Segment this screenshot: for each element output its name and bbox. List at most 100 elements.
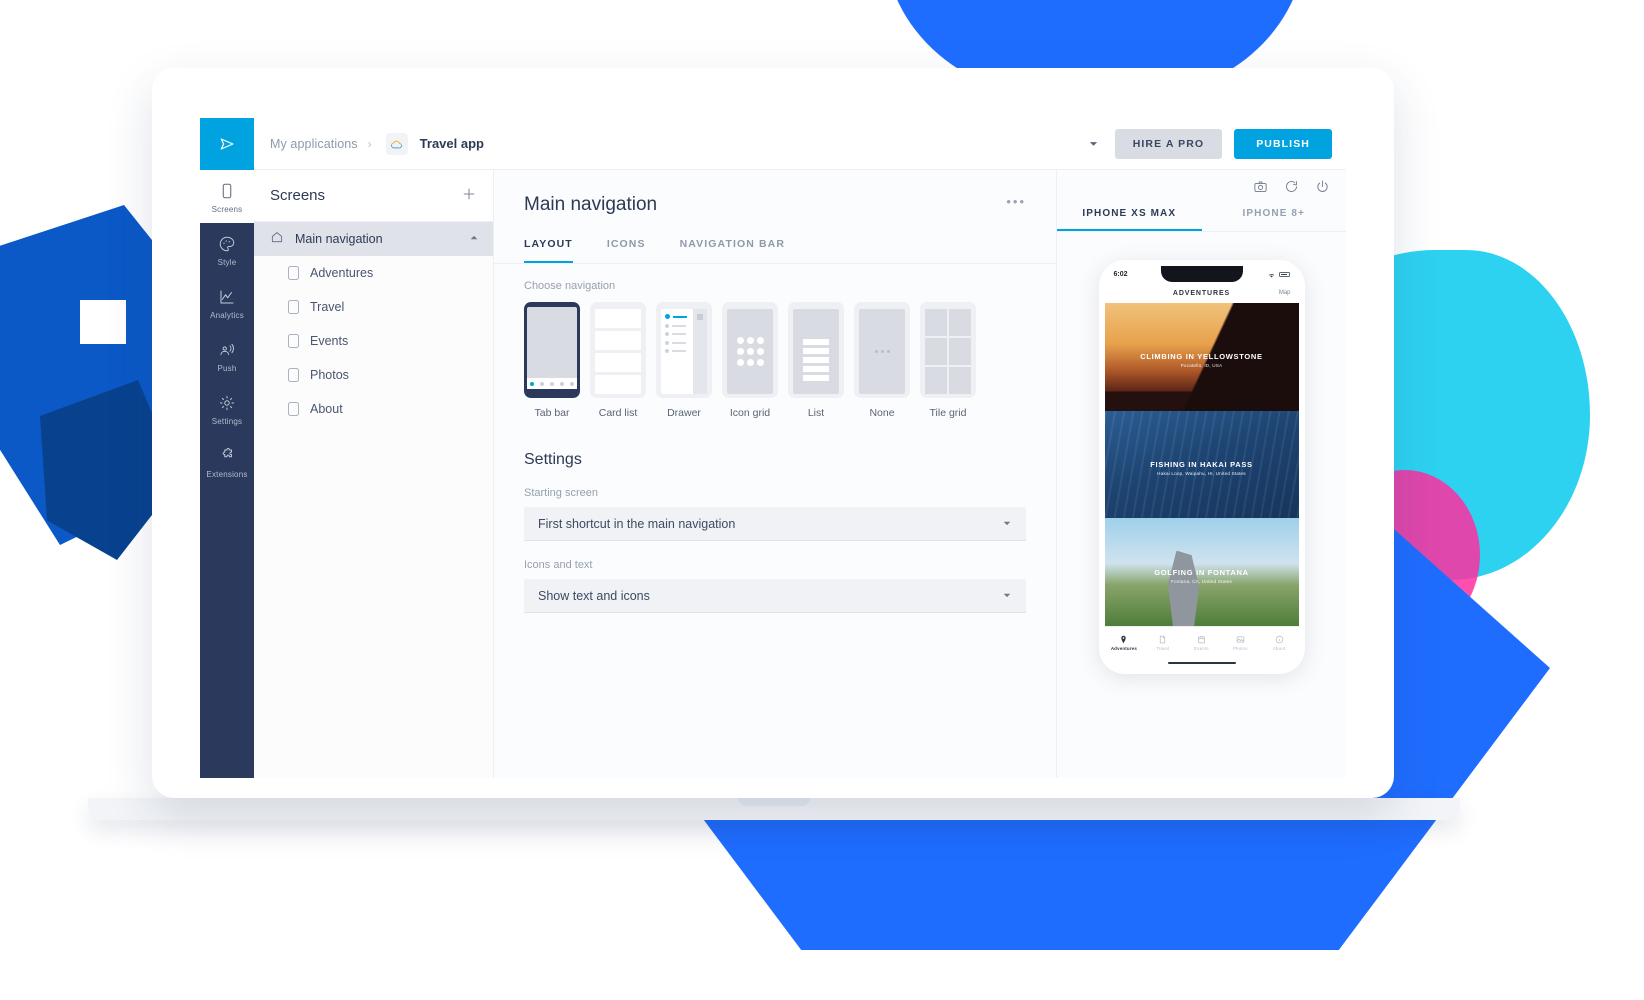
- rail-item-screens[interactable]: Screens: [200, 170, 254, 223]
- analytics-icon: [218, 288, 236, 306]
- tree-label-events: Events: [310, 334, 348, 348]
- send-triangle-icon: [217, 134, 237, 154]
- laptop-base: [88, 798, 1460, 820]
- rail-item-extensions[interactable]: Extensions: [200, 435, 254, 488]
- power-icon[interactable]: [1315, 179, 1330, 194]
- phone-nav-right-action[interactable]: Map: [1279, 290, 1291, 296]
- phone-tab-label: Travel: [1156, 646, 1169, 651]
- screens-panel: Screens Main navigation: [254, 170, 494, 778]
- nav-option-label-drawer: Drawer: [667, 407, 701, 419]
- nav-option-card-list[interactable]: Card list: [590, 302, 646, 419]
- nav-option-list[interactable]: List: [788, 302, 844, 419]
- tab-navigation-bar[interactable]: NAVIGATION BAR: [680, 238, 785, 263]
- phone-tab-photos[interactable]: Photos: [1221, 635, 1260, 651]
- nav-option-drawer[interactable]: Drawer: [656, 302, 712, 419]
- select-icons-and-text[interactable]: Show text and icons: [524, 579, 1026, 613]
- rail-label-settings: Settings: [212, 417, 243, 426]
- calendar-icon: [1197, 635, 1206, 644]
- ellipsis-icon[interactable]: •••: [1006, 194, 1026, 209]
- label-icons-and-text: Icons and text: [524, 559, 1026, 571]
- camera-icon[interactable]: [1253, 179, 1268, 194]
- refresh-icon[interactable]: [1284, 179, 1299, 194]
- chevron-up-icon[interactable]: [469, 233, 479, 245]
- palette-icon: [218, 235, 236, 253]
- editor-tabs: LAYOUT ICONS NAVIGATION BAR: [494, 238, 1056, 264]
- hire-a-pro-button[interactable]: HIRE A PRO: [1115, 129, 1222, 159]
- phone-mockup: 6:02 ADVENTURES Map: [1099, 260, 1305, 674]
- nav-option-label-icon-grid: Icon grid: [730, 407, 770, 419]
- phone-card-golfing[interactable]: GOLFING IN FONTANA Fontana, CA, United S…: [1105, 518, 1299, 626]
- blob-white-notch: [80, 300, 126, 344]
- tree-row-travel[interactable]: Travel: [254, 290, 493, 324]
- wifi-icon: [1267, 271, 1276, 279]
- screen-icon: [288, 300, 299, 314]
- nav-option-label-list: List: [808, 407, 824, 419]
- tree-row-photos[interactable]: Photos: [254, 358, 493, 392]
- nav-option-tile-grid[interactable]: Tile grid: [920, 302, 976, 419]
- editor-header: Main navigation •••: [494, 170, 1056, 216]
- tab-icons[interactable]: ICONS: [607, 238, 646, 263]
- screens-icon: [218, 182, 236, 200]
- nav-thumb-card-list: [590, 302, 646, 398]
- breadcrumb-separator-icon: ›: [368, 137, 372, 151]
- preview-device-tabs: IPHONE XS MAX IPHONE 8+: [1057, 202, 1346, 232]
- preview-toolbar: [1057, 170, 1346, 202]
- workspace: Screens Style: [200, 170, 1346, 778]
- phone-tab-travel[interactable]: Travel: [1143, 635, 1182, 651]
- navigation-options: Tab bar Card list: [494, 292, 1056, 419]
- preview-tab-iphone-xs-max[interactable]: IPHONE XS MAX: [1057, 202, 1202, 231]
- tree-label-main-navigation: Main navigation: [295, 232, 383, 246]
- status-indicators: [1267, 271, 1290, 279]
- left-rail: Screens Style: [200, 170, 254, 778]
- phone-card-fishing[interactable]: FISHING IN HAKAI PASS Hakai Loop, Waipah…: [1105, 411, 1299, 519]
- tab-layout[interactable]: LAYOUT: [524, 238, 573, 263]
- chevron-down-icon[interactable]: [1085, 135, 1103, 153]
- tree-row-events[interactable]: Events: [254, 324, 493, 358]
- gear-icon: [218, 394, 236, 412]
- rail-label-push: Push: [217, 364, 236, 373]
- phone-tab-about[interactable]: About: [1260, 635, 1299, 651]
- select-starting-screen[interactable]: First shortcut in the main navigation: [524, 507, 1026, 541]
- preview-panel: IPHONE XS MAX IPHONE 8+ 6:02: [1056, 170, 1346, 778]
- app-logo[interactable]: [200, 118, 254, 170]
- tree-row-adventures[interactable]: Adventures: [254, 256, 493, 290]
- nav-option-label-card-list: Card list: [599, 407, 638, 419]
- phone-card-title: GOLFING IN FONTANA: [1154, 568, 1249, 577]
- tree-row-main-navigation[interactable]: Main navigation: [254, 222, 493, 256]
- phone-tab-events[interactable]: Events: [1182, 635, 1221, 651]
- tree-label-travel: Travel: [310, 300, 344, 314]
- phone-card-subtitle: Fontana, CA, United States: [1105, 579, 1299, 584]
- page-title: Main navigation: [524, 194, 657, 216]
- nav-option-none[interactable]: None: [854, 302, 910, 419]
- phone-card-climbing[interactable]: CLIMBING IN YELLOWSTONE Pocatello, ID, U…: [1105, 303, 1299, 411]
- tree-row-about[interactable]: About: [254, 392, 493, 426]
- rail-item-style[interactable]: Style: [200, 223, 254, 276]
- rail-label-style: Style: [218, 258, 237, 267]
- laptop-frame: My applications › Travel app HIRE A PRO …: [152, 68, 1394, 798]
- field-icons-and-text: Icons and text Show text and icons: [494, 541, 1056, 613]
- plus-icon[interactable]: [461, 186, 477, 206]
- phone-preview-wrap: 6:02 ADVENTURES Map: [1057, 232, 1346, 674]
- phone-tab-adventures[interactable]: Adventures: [1105, 635, 1144, 651]
- nav-option-tab-bar[interactable]: Tab bar: [524, 302, 580, 419]
- rail-item-analytics[interactable]: Analytics: [200, 276, 254, 329]
- breadcrumb-my-applications[interactable]: My applications: [270, 137, 358, 151]
- rail-item-push[interactable]: Push: [200, 329, 254, 382]
- nav-option-icon-grid[interactable]: Icon grid: [722, 302, 778, 419]
- phone-home-indicator: [1105, 658, 1299, 668]
- preview-tab-iphone-8-plus[interactable]: IPHONE 8+: [1202, 202, 1347, 231]
- screen-icon: [288, 368, 299, 382]
- cloud-app-icon: [386, 133, 408, 155]
- phone-tab-bar: Adventures Travel Events: [1105, 626, 1299, 658]
- nav-thumb-list: [788, 302, 844, 398]
- phone-card-subtitle: Pocatello, ID, USA: [1105, 363, 1299, 368]
- top-bar: My applications › Travel app HIRE A PRO …: [200, 118, 1346, 170]
- info-icon: [1275, 635, 1284, 644]
- publish-button[interactable]: PUBLISH: [1234, 129, 1332, 159]
- editor-panel: Main navigation ••• LAYOUT ICONS NAVIGAT…: [494, 170, 1056, 778]
- rail-item-settings[interactable]: Settings: [200, 382, 254, 435]
- chevron-down-icon: [1002, 518, 1012, 530]
- phone-notch: [1161, 266, 1243, 282]
- laptop-base-notch: [738, 798, 810, 806]
- nav-option-label-tile-grid: Tile grid: [930, 407, 967, 419]
